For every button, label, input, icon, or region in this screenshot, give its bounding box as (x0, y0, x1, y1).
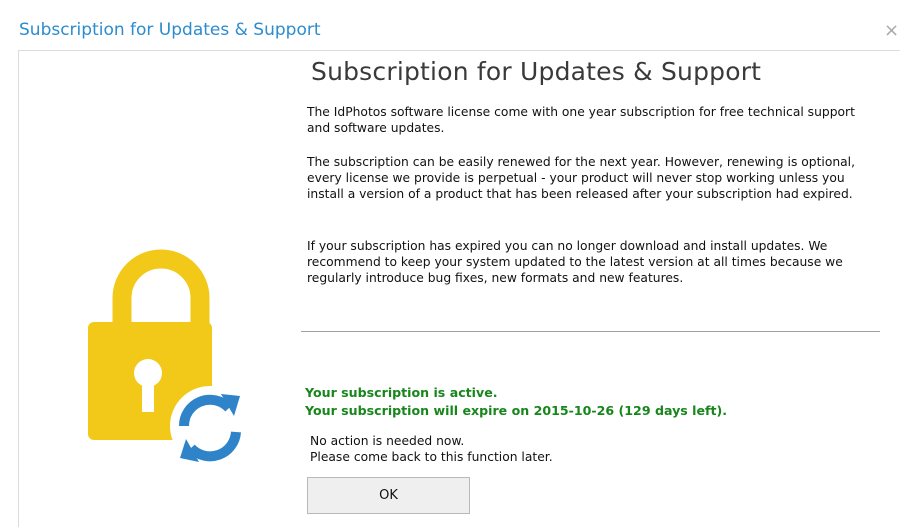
title-bar: Subscription for Updates & Support × (0, 14, 900, 50)
paragraph-renewal-info: The subscription can be easily renewed f… (307, 155, 856, 201)
note-come-back: Please come back to this function later. (310, 450, 553, 464)
dialog-heading: Subscription for Updates & Support (311, 57, 762, 86)
refresh-arrows-icon (170, 386, 250, 466)
note-no-action: No action is needed now. (310, 434, 465, 448)
subscription-expiry: Your subscription will expire on 2015-10… (305, 403, 728, 418)
subscription-status: Your subscription is active. (305, 385, 498, 400)
subscription-dialog: Subscription for Updates & Support × Sub… (0, 0, 900, 527)
window-title: Subscription for Updates & Support (19, 20, 321, 40)
paragraph-license-info: The IdPhotos software license come with … (307, 105, 855, 135)
dialog-content: Subscription for Updates & Support The I… (18, 50, 900, 527)
ok-button[interactable]: OK (307, 477, 470, 514)
padlock-with-refresh-icon (88, 249, 250, 466)
divider (301, 331, 880, 332)
close-button[interactable]: × (884, 22, 900, 42)
paragraph-expiry-info: If your subscription has expired you can… (307, 239, 843, 285)
